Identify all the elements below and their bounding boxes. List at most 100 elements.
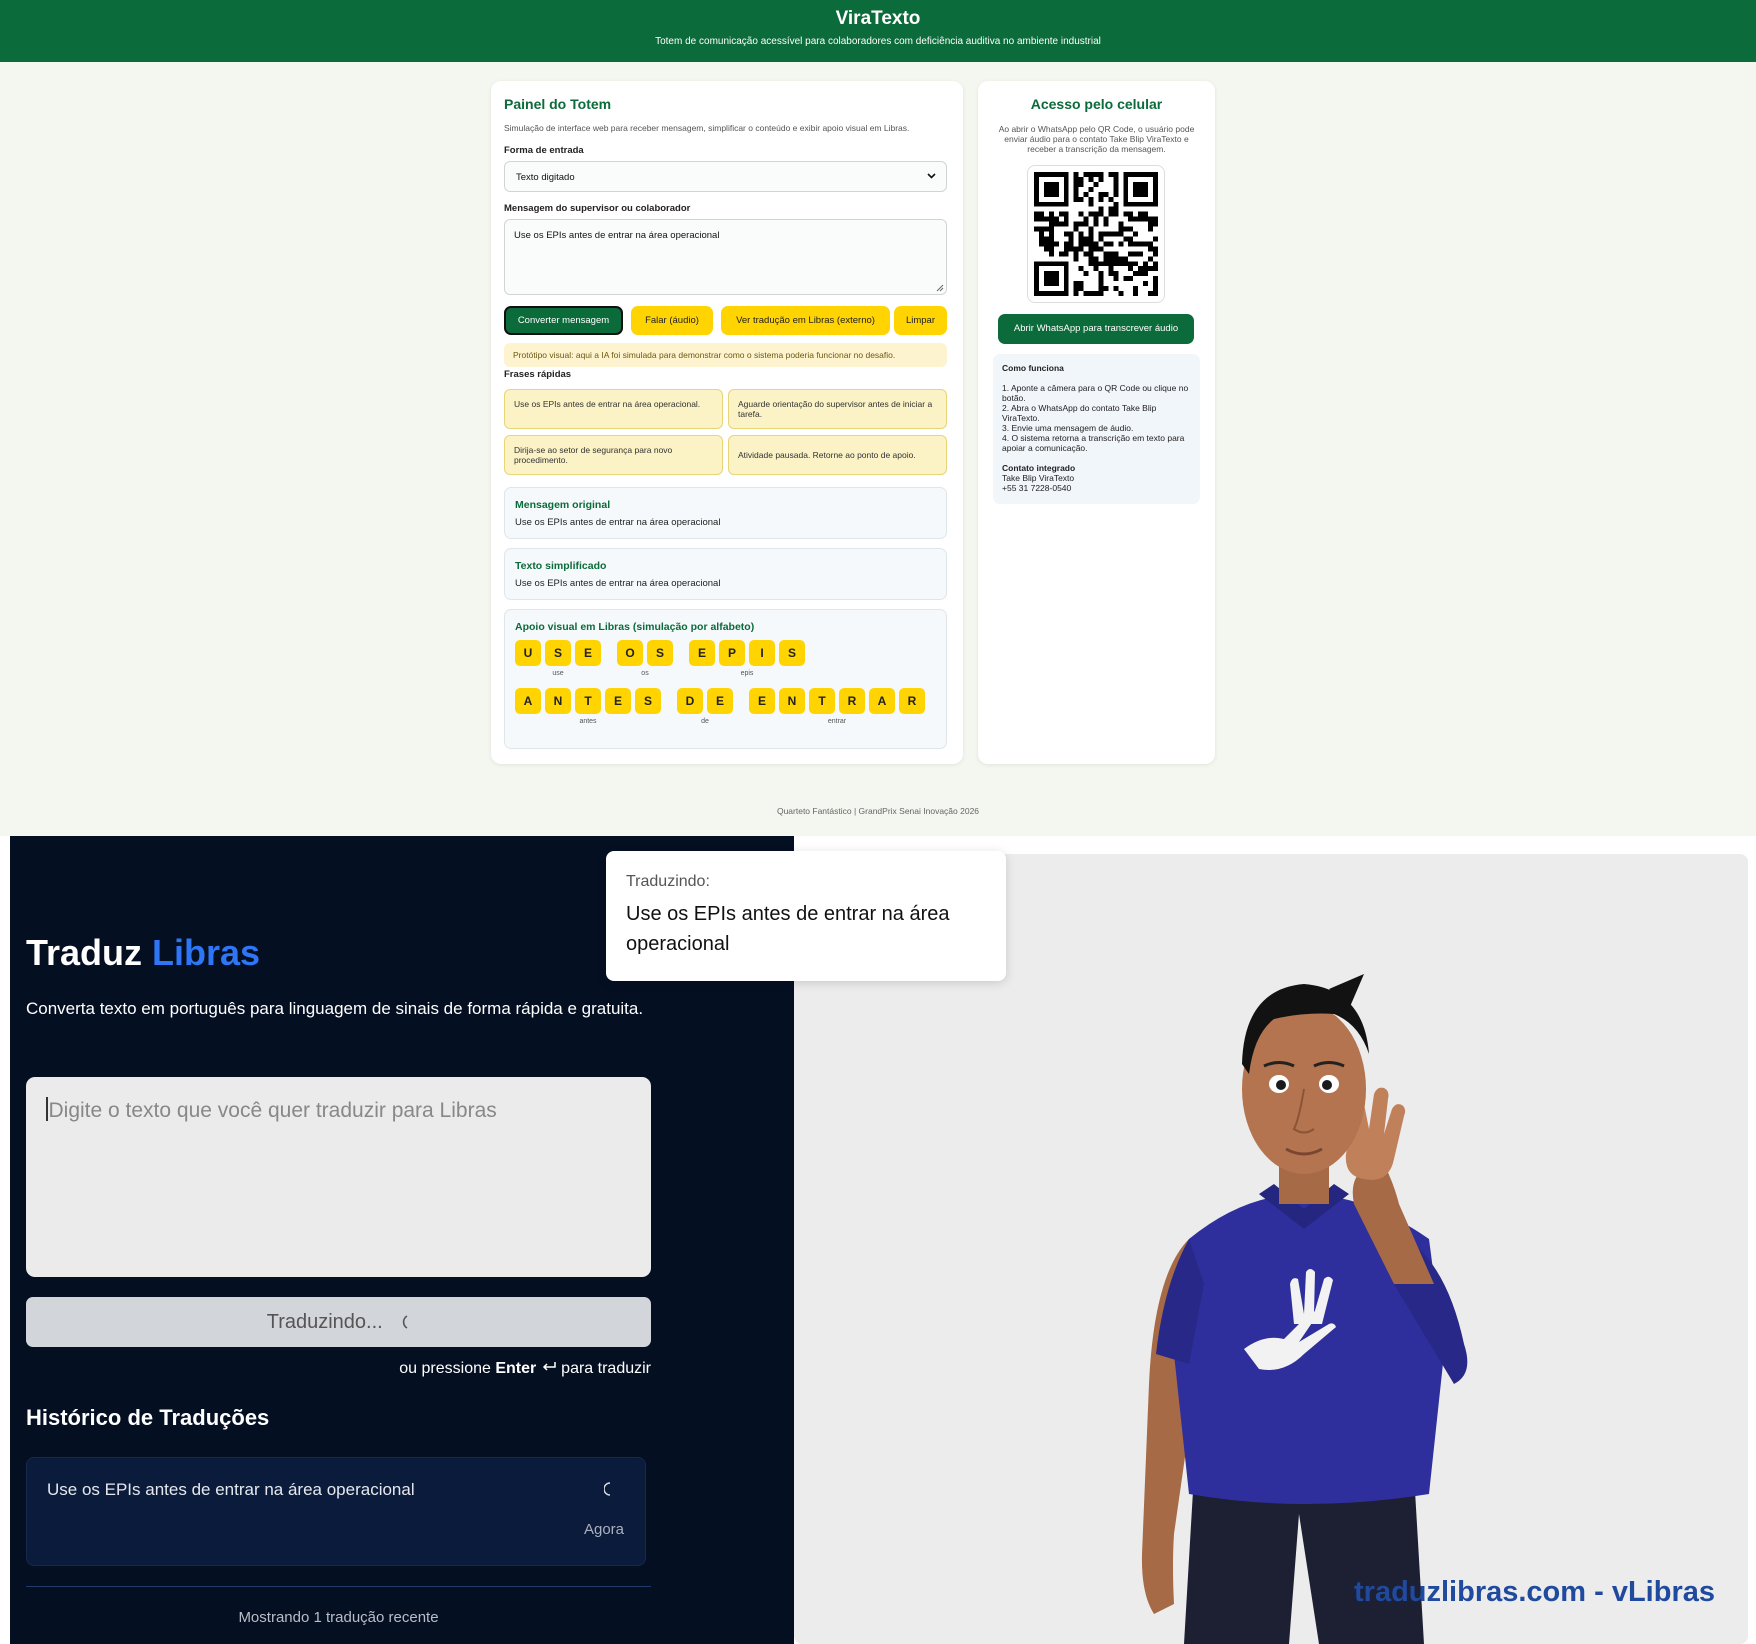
- qr-module: [1148, 241, 1154, 247]
- libras-word-label: use: [552, 670, 564, 677]
- qr-module: [1153, 291, 1158, 296]
- open-whatsapp-button[interactable]: Abrir WhatsApp para transcrever áudio: [998, 314, 1194, 344]
- qr-module: [1073, 256, 1079, 262]
- convert-button[interactable]: Converter mensagem: [504, 306, 623, 335]
- qr-module: [1073, 281, 1079, 287]
- qr-module: [1093, 246, 1099, 252]
- qr-module: [1098, 191, 1104, 197]
- qr-module: [1088, 251, 1094, 257]
- translate-input[interactable]: Digite o texto que você quer traduzir pa…: [26, 1077, 651, 1277]
- qr-module: [1103, 231, 1109, 237]
- qr-module: [1148, 291, 1154, 296]
- brand-accent: Libras: [152, 932, 261, 973]
- qr-module: [1133, 261, 1139, 267]
- qr-module: [1088, 196, 1094, 202]
- libras-letter-tile: S: [647, 640, 673, 666]
- qr-module: [1088, 291, 1094, 296]
- qr-module: [1113, 181, 1119, 187]
- qr-module: [1128, 226, 1134, 232]
- history-item[interactable]: Use os EPIs antes de entrar na área oper…: [26, 1457, 646, 1566]
- message-textarea[interactable]: Use os EPIs antes de entrar na área oper…: [504, 219, 947, 295]
- quick-phrase-epis[interactable]: Use os EPIs antes de entrar na área oper…: [504, 389, 723, 429]
- qr-module: [1078, 241, 1084, 247]
- history-divider: [26, 1586, 651, 1587]
- qr-code-icon[interactable]: [1027, 165, 1165, 303]
- qr-module: [1043, 216, 1049, 222]
- qr-module: [1043, 246, 1049, 252]
- panel-description: Simulação de interface web para receber …: [504, 123, 910, 133]
- qr-module: [1128, 236, 1134, 242]
- qr-module: [1153, 221, 1158, 227]
- qr-module: [1108, 241, 1114, 247]
- qr-module: [1103, 191, 1109, 197]
- qr-module: [1098, 261, 1104, 267]
- qr-module: [1098, 281, 1104, 287]
- qr-module: [1088, 261, 1094, 267]
- qr-module: [1103, 251, 1109, 257]
- libras-visual-box: Apoio visual em Libras (simulação por al…: [504, 609, 947, 749]
- qr-module: [1083, 172, 1089, 177]
- libras-letter-tile: S: [545, 640, 571, 666]
- libras-external-button[interactable]: Ver tradução em Libras (externo): [721, 306, 890, 335]
- qr-module: [1048, 231, 1054, 237]
- quick-phrase-supervisor[interactable]: Aguarde orientação do supervisor antes d…: [728, 389, 947, 429]
- qr-module: [1063, 221, 1069, 227]
- qr-module: [1143, 271, 1149, 277]
- libras-letter-tile: T: [809, 688, 835, 714]
- translate-button[interactable]: Traduzindo...: [26, 1297, 651, 1347]
- qr-module: [1048, 221, 1054, 227]
- panel-title: Painel do Totem: [504, 96, 612, 112]
- qr-module: [1153, 216, 1158, 222]
- libras-letter-tile: R: [899, 688, 925, 714]
- quick-phrases-label: Frases rápidas: [504, 369, 572, 380]
- qr-module: [1103, 256, 1109, 262]
- qr-module: [1153, 286, 1158, 292]
- qr-module: [1088, 226, 1094, 232]
- qr-module: [1113, 206, 1119, 212]
- qr-module: [1098, 176, 1104, 182]
- viratexto-app: ViraTexto Totem de comunicação acessível…: [0, 0, 1756, 836]
- qr-module: [1133, 291, 1139, 296]
- qr-module: [1098, 196, 1104, 202]
- qr-module: [1093, 291, 1099, 296]
- qr-module: [1038, 236, 1044, 242]
- qr-module: [1123, 256, 1129, 262]
- qr-module: [1043, 181, 1059, 197]
- quick-phrase-safety[interactable]: Dirija-se ao setor de segurança para nov…: [504, 435, 723, 475]
- qr-module: [1093, 211, 1099, 217]
- quick-phrase-paused[interactable]: Atividade pausada. Retorne ao ponto de a…: [728, 435, 947, 475]
- libras-letter-tile: E: [605, 688, 631, 714]
- original-message-title: Mensagem original: [515, 499, 611, 511]
- qr-module: [1088, 201, 1094, 207]
- qr-module: [1083, 221, 1089, 227]
- qr-module: [1093, 266, 1099, 272]
- qr-module: [1118, 226, 1124, 232]
- input-mode-select[interactable]: Texto digitado: [504, 161, 947, 192]
- qr-module: [1038, 241, 1044, 247]
- qr-module: [1128, 211, 1134, 217]
- qr-module: [1153, 261, 1158, 267]
- qr-module: [1048, 246, 1054, 252]
- qr-module: [1093, 241, 1099, 247]
- libras-letter-tile: E: [689, 640, 715, 666]
- qr-module: [1153, 246, 1158, 252]
- qr-module: [1048, 236, 1054, 242]
- qr-module: [1118, 221, 1124, 227]
- libras-letter-tile: E: [749, 688, 775, 714]
- qr-module: [1143, 241, 1149, 247]
- qr-module: [1068, 241, 1074, 247]
- how-it-works-step: 1. Aponte a câmera para o QR Code ou cli…: [1002, 383, 1189, 403]
- history-count: Mostrando 1 tradução recente: [238, 1609, 439, 1626]
- qr-module: [1108, 211, 1114, 217]
- resize-grip-icon[interactable]: [935, 283, 944, 292]
- clear-button[interactable]: Limpar: [894, 306, 947, 335]
- qr-module: [1063, 246, 1069, 252]
- qr-module: [1078, 196, 1084, 202]
- speak-button[interactable]: Falar (áudio): [631, 306, 713, 335]
- qr-module: [1043, 226, 1049, 232]
- qr-module: [1093, 261, 1099, 267]
- qr-module: [1068, 236, 1074, 242]
- libras-word-label: antes: [579, 718, 597, 725]
- qr-module: [1148, 216, 1154, 222]
- mobile-access-title: Acesso pelo celular: [1030, 96, 1163, 112]
